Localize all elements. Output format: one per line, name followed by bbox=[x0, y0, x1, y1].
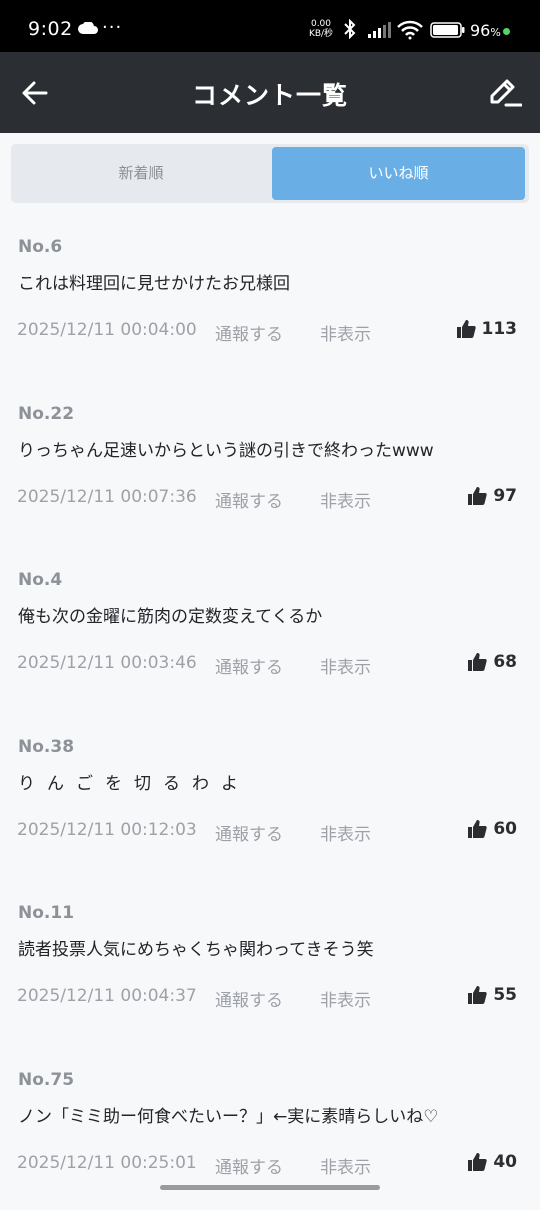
hide-button[interactable]: 非表示 bbox=[320, 320, 371, 345]
comment-text: ノン「ミミ助ー何食べたいー？」←実に素晴らしいね♡ bbox=[18, 1107, 439, 1127]
gesture-nav-bar[interactable] bbox=[160, 1185, 380, 1190]
report-button[interactable]: 通報する bbox=[215, 820, 283, 845]
thumbs-up-icon bbox=[468, 653, 488, 671]
comment-date: 2025/12/11 00:25:01 bbox=[17, 1153, 197, 1173]
comment-date: 2025/12/11 00:07:36 bbox=[17, 487, 197, 507]
comment-text: りっちゃん足速いからという謎の引きで終わったwww bbox=[18, 441, 434, 461]
privacy-indicator bbox=[503, 28, 510, 35]
tab-most-liked[interactable]: いいね順 bbox=[272, 147, 525, 200]
cloud-icon bbox=[78, 22, 98, 34]
like-button[interactable]: 68 bbox=[467, 652, 517, 672]
comment-text: これは料理回に見せかけたお兄様回 bbox=[18, 274, 290, 294]
like-count: 40 bbox=[493, 1152, 517, 1172]
thumbs-up-icon bbox=[456, 320, 476, 338]
comment-date: 2025/12/11 00:12:03 bbox=[17, 820, 197, 840]
report-button[interactable]: 通報する bbox=[215, 986, 283, 1011]
report-button[interactable]: 通報する bbox=[215, 1153, 283, 1178]
comment-item: No.11 読者投票人気にめちゃくちゃ関わってきそう笑 2025/12/11 0… bbox=[0, 903, 540, 1043]
like-button[interactable]: 113 bbox=[456, 319, 518, 339]
more-notifications-icon: ··· bbox=[102, 17, 123, 38]
comment-text: 読者投票人気にめちゃくちゃ関わってきそう笑 bbox=[18, 940, 374, 960]
like-count: 55 bbox=[493, 985, 517, 1005]
net-speed: 0.00 KB/秒 bbox=[308, 19, 334, 39]
comment-number: No.75 bbox=[18, 1070, 75, 1090]
signal-icon bbox=[368, 22, 391, 38]
comment-number: No.11 bbox=[18, 903, 75, 923]
bluetooth-icon bbox=[344, 19, 356, 39]
hide-button[interactable]: 非表示 bbox=[320, 487, 371, 512]
app-bar: コメント一覧 bbox=[0, 52, 540, 133]
tab-newest[interactable]: 新着順 bbox=[14, 147, 268, 200]
hide-button[interactable]: 非表示 bbox=[320, 986, 371, 1011]
battery-percent: 96% bbox=[470, 21, 501, 40]
comment-number: No.22 bbox=[18, 404, 75, 424]
status-bar: 9:02 ··· 0.00 KB/秒 96% bbox=[0, 0, 540, 52]
hide-button[interactable]: 非表示 bbox=[320, 820, 371, 845]
like-count: 68 bbox=[493, 652, 517, 672]
thumbs-up-icon bbox=[468, 986, 488, 1004]
comment-date: 2025/12/11 00:04:37 bbox=[17, 986, 197, 1006]
like-button[interactable]: 40 bbox=[467, 1152, 517, 1172]
comment-number: No.4 bbox=[18, 570, 63, 590]
comment-item: No.38 りんごを切るわよ 2025/12/11 00:12:03 通報する … bbox=[0, 737, 540, 877]
wifi-icon bbox=[397, 20, 423, 40]
hide-button[interactable]: 非表示 bbox=[320, 1153, 371, 1178]
like-button[interactable]: 97 bbox=[467, 486, 517, 506]
comment-date: 2025/12/11 00:03:46 bbox=[17, 653, 197, 673]
hide-button[interactable]: 非表示 bbox=[320, 653, 371, 678]
thumbs-up-icon bbox=[468, 820, 488, 838]
comment-number: No.38 bbox=[18, 737, 75, 757]
comment-text: 俺も次の金曜に筋肉の定数変えてくるか bbox=[18, 607, 323, 627]
thumbs-up-icon bbox=[468, 487, 488, 505]
comment-date: 2025/12/11 00:04:00 bbox=[17, 320, 197, 340]
battery-icon bbox=[430, 22, 465, 38]
report-button[interactable]: 通報する bbox=[215, 487, 283, 512]
comment-item: No.4 俺も次の金曜に筋肉の定数変えてくるか 2025/12/11 00:03… bbox=[0, 570, 540, 710]
status-time: 9:02 bbox=[28, 18, 73, 40]
sort-tabs: 新着順 いいね順 bbox=[11, 144, 529, 203]
comment-text: りんごを切るわよ bbox=[18, 774, 250, 794]
report-button[interactable]: 通報する bbox=[215, 320, 283, 345]
like-button[interactable]: 60 bbox=[467, 819, 517, 839]
like-count: 113 bbox=[481, 319, 518, 339]
like-button[interactable]: 55 bbox=[467, 985, 517, 1005]
comment-item: No.6 これは料理回に見せかけたお兄様回 2025/12/11 00:04:0… bbox=[0, 237, 540, 377]
comment-item: No.22 りっちゃん足速いからという謎の引きで終わったwww 2025/12/… bbox=[0, 404, 540, 544]
thumbs-up-icon bbox=[468, 1153, 488, 1171]
comment-number: No.6 bbox=[18, 237, 63, 257]
report-button[interactable]: 通報する bbox=[215, 653, 283, 678]
pencil-icon[interactable] bbox=[488, 78, 522, 108]
like-count: 60 bbox=[493, 819, 517, 839]
like-count: 97 bbox=[493, 486, 517, 506]
page-title: コメント一覧 bbox=[191, 81, 348, 110]
